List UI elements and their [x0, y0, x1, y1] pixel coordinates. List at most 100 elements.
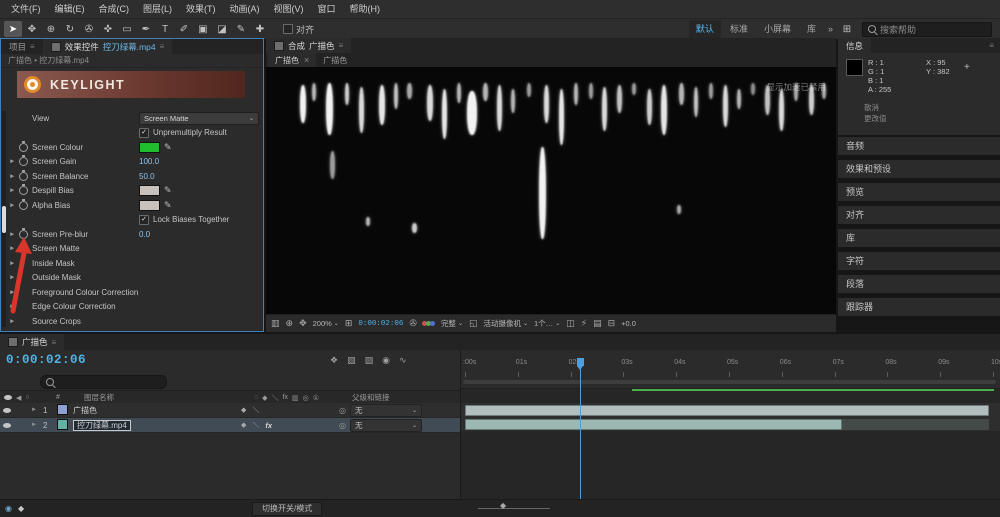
- effect-property-row[interactable]: ►Inside Mask: [9, 256, 259, 271]
- parent-dropdown[interactable]: 无⌄: [350, 419, 422, 432]
- panel-tab[interactable]: 音频: [838, 137, 1000, 155]
- view-menu-icon[interactable]: ▥: [271, 318, 280, 329]
- effect-property-row[interactable]: ►Despill Bias✎: [9, 184, 259, 199]
- view-dropdown[interactable]: Screen Matte⌄: [139, 112, 259, 125]
- resolution-select[interactable]: 完整⌄: [441, 318, 463, 329]
- camera-tool-icon[interactable]: ✇: [80, 21, 98, 37]
- switch-icon[interactable]: ◆: [241, 406, 246, 414]
- workspace-tab[interactable]: 小屏幕: [757, 20, 798, 38]
- expander-icon[interactable]: ►: [9, 289, 19, 296]
- eyedropper-icon[interactable]: ✎: [164, 185, 172, 196]
- playhead-line[interactable]: [580, 367, 581, 500]
- property-checkbox[interactable]: ✓: [139, 215, 149, 225]
- type-tool-icon[interactable]: T: [156, 21, 174, 37]
- layer-expander-icon[interactable]: ►: [31, 407, 43, 413]
- fast-preview-icon[interactable]: ⚡: [581, 318, 587, 329]
- expander-icon[interactable]: ►: [9, 202, 19, 209]
- effect-property-row[interactable]: Screen Colour✎: [9, 140, 259, 155]
- menu-item[interactable]: 视图(V): [267, 0, 311, 18]
- switch-icon[interactable]: ＼: [252, 405, 259, 415]
- layer-row[interactable]: ►1广描色◆＼◎无⌄: [0, 403, 460, 418]
- effect-property-row[interactable]: ✓Unpremultiply Result: [9, 126, 259, 141]
- effect-property-row[interactable]: ►Outside Mask: [9, 271, 259, 286]
- hand-icon[interactable]: ✥: [299, 318, 307, 329]
- menu-item[interactable]: 效果(T): [179, 0, 223, 18]
- selection-tool-icon[interactable]: ➤: [4, 21, 22, 37]
- frame-blend-icon[interactable]: ▥: [292, 394, 299, 402]
- panel-tab[interactable]: 库: [838, 229, 1000, 247]
- layer-label-chip[interactable]: [57, 404, 73, 417]
- pixel-aspect-icon[interactable]: ◫: [566, 318, 575, 329]
- quality-icon[interactable]: ＼: [272, 393, 279, 403]
- expander-icon[interactable]: ►: [9, 158, 19, 165]
- color-swatch[interactable]: [139, 200, 160, 211]
- layer-name[interactable]: 控刀绿幕.mp4: [73, 420, 241, 431]
- property-value[interactable]: 0.0: [139, 230, 150, 239]
- stopwatch-icon[interactable]: [19, 143, 28, 152]
- close-icon[interactable]: ×: [304, 55, 309, 65]
- panel-grid-icon[interactable]: ⊞: [838, 21, 856, 37]
- panel-menu-icon[interactable]: ≡: [52, 338, 57, 347]
- tab-effect-controls[interactable]: 效果控件 控刀绿幕.mp4 ≡: [43, 39, 173, 54]
- brush-tool-icon[interactable]: ✐: [175, 21, 193, 37]
- keylight-effect-banner[interactable]: KEYLIGHT: [17, 71, 245, 98]
- comp-mini-flowchart-icon[interactable]: ❖: [330, 355, 338, 366]
- current-time-display[interactable]: 0:00:02:06: [6, 353, 86, 367]
- composition-viewport[interactable]: 显示加速已禁用: [266, 67, 836, 315]
- layer-label-chip[interactable]: [57, 419, 73, 432]
- color-swatch[interactable]: [139, 185, 160, 196]
- parent-dropdown[interactable]: 无⌄: [350, 404, 422, 417]
- effect-property-row[interactable]: ►Source Crops: [9, 314, 259, 329]
- panel-tab[interactable]: 对齐: [838, 206, 1000, 224]
- view-layout-select[interactable]: 1个…⌄: [534, 318, 560, 329]
- show-channel-icon[interactable]: [423, 321, 435, 326]
- stopwatch-icon[interactable]: [19, 230, 28, 239]
- menu-item[interactable]: 图层(L): [136, 0, 179, 18]
- panel-tab[interactable]: 预览: [838, 183, 1000, 201]
- work-area-bar[interactable]: [463, 380, 996, 384]
- panel-menu-icon[interactable]: ≡: [983, 41, 1000, 50]
- pickwhip-icon[interactable]: ◎: [339, 421, 346, 430]
- 3d-layer-icon[interactable]: ①: [313, 394, 319, 402]
- eyedropper-icon[interactable]: ✎: [164, 142, 172, 153]
- menu-item[interactable]: 文件(F): [4, 0, 48, 18]
- draft-3d-icon[interactable]: ▧: [347, 355, 356, 366]
- effect-property-row[interactable]: ►Alpha Bias✎: [9, 198, 259, 213]
- expand-diamond-icon[interactable]: ◆: [18, 504, 24, 513]
- stopwatch-icon[interactable]: [19, 186, 28, 195]
- effect-property-row[interactable]: ✓Lock Biases Together: [9, 213, 259, 228]
- rotation-tool-icon[interactable]: ↻: [61, 21, 79, 37]
- timeline-search-input[interactable]: [40, 375, 167, 389]
- effect-panel-scrollbar[interactable]: [2, 111, 6, 327]
- panel-tab[interactable]: 跟踪器: [838, 298, 1000, 316]
- magnification-select[interactable]: 200%⌄: [313, 319, 339, 328]
- shy-layer-icon[interactable]: ◌: [254, 394, 258, 401]
- shape-tool-icon[interactable]: ▭: [118, 21, 136, 37]
- pan-behind-tool-icon[interactable]: ✜: [99, 21, 117, 37]
- grid-guides-icon[interactable]: ⊞: [345, 318, 353, 329]
- toggle-switches-modes-button[interactable]: 切换开关/模式: [252, 502, 322, 516]
- effects-icon[interactable]: fx: [283, 394, 288, 401]
- time-ruler[interactable]: :00s01s02s03s04s05s06s07s08s09s10s: [461, 350, 1000, 389]
- tab-timeline-comp[interactable]: 广描色 ≡: [0, 334, 64, 350]
- flowchart-button-icon[interactable]: ⊟: [608, 318, 616, 329]
- stopwatch-icon[interactable]: [19, 201, 28, 210]
- workspace-tab[interactable]: 标准: [723, 20, 755, 38]
- menu-item[interactable]: 帮助(H): [343, 0, 388, 18]
- menu-item[interactable]: 合成(C): [92, 0, 137, 18]
- panel-tab[interactable]: 字符: [838, 252, 1000, 270]
- layer-name[interactable]: 广描色: [73, 405, 241, 416]
- effect-property-row[interactable]: ►Screen Balance50.0: [9, 169, 259, 184]
- playhead-handle[interactable]: [577, 358, 584, 366]
- workspace-tab[interactable]: 默认: [689, 20, 721, 38]
- eyedropper-icon[interactable]: ✎: [164, 200, 172, 211]
- effect-property-row[interactable]: ViewScreen Matte⌄: [9, 111, 259, 126]
- property-value[interactable]: 50.0: [139, 172, 155, 181]
- expander-icon[interactable]: ►: [9, 274, 19, 281]
- scrollbar-thumb[interactable]: [2, 206, 6, 233]
- tab-project[interactable]: 项目 ≡: [1, 39, 43, 54]
- panel-tab[interactable]: 效果和预设: [838, 160, 1000, 178]
- property-checkbox[interactable]: ✓: [139, 128, 149, 138]
- viewer-tab-inactive[interactable]: 广描色: [316, 53, 354, 67]
- zoom-tool-icon[interactable]: ⊕: [42, 21, 60, 37]
